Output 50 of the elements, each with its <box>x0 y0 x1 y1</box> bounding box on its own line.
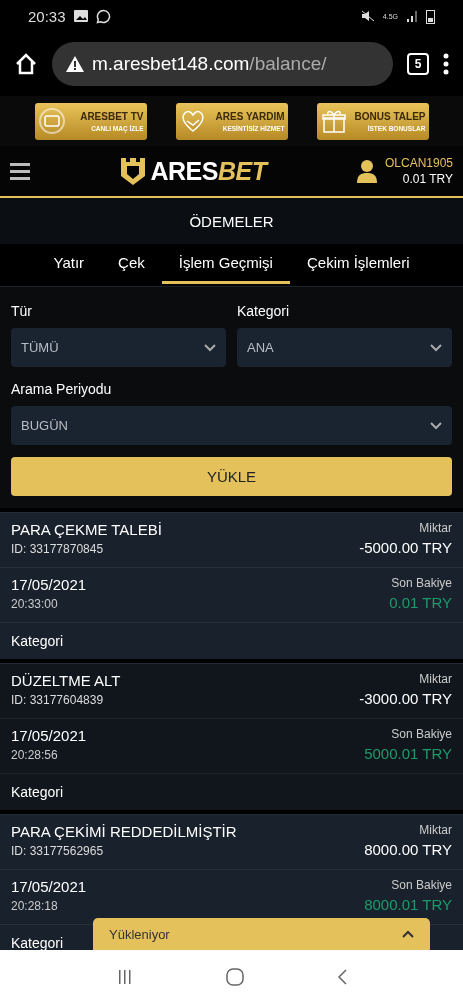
transaction-time: 20:28:56 <box>11 748 58 762</box>
username: OLCAN1905 <box>384 156 453 170</box>
logo-text: ARESBET <box>150 156 267 186</box>
transaction-title: PARA ÇEKİMİ REDDEDİLMİŞTİR <box>11 823 237 840</box>
amount-label: Miktar <box>419 521 452 535</box>
select-field[interactable]: ANA <box>237 328 452 367</box>
transaction-id: ID: 33177870845 <box>11 542 104 556</box>
tab[interactable]: Çekim İşlemleri <box>289 244 427 284</box>
loading-bar[interactable]: Yükleniyor <box>93 918 430 950</box>
load-button[interactable]: YÜKLE <box>11 457 452 496</box>
tab-count-button[interactable]: 5 <box>407 53 429 75</box>
amount-value: -3000.00 TRY <box>359 690 452 707</box>
balance-label: Son Bakiye <box>391 576 452 590</box>
amount-label: Miktar <box>419 823 452 837</box>
balance-value: 8000.01 TRY <box>364 896 452 913</box>
banner-title: ARES YARDIM <box>215 110 285 122</box>
loading-text: Yükleniyor <box>109 926 170 942</box>
select-field[interactable]: TÜMÜ <box>11 328 226 367</box>
transaction-id: ID: 33177562965 <box>11 844 104 858</box>
balance-label: Son Bakiye <box>391 878 452 892</box>
transaction-time: 20:33:00 <box>11 597 58 611</box>
balance-value: 5000.01 TRY <box>364 745 452 762</box>
banner-title: ARESBET TV <box>80 110 144 122</box>
status-time: 20:33 <box>28 7 66 25</box>
amount-label: Miktar <box>419 672 452 686</box>
transaction-title: PARA ÇEKME TALEBİ <box>11 521 162 538</box>
tab[interactable]: İşlem Geçmişi <box>161 244 290 284</box>
category-label: Kategori <box>11 935 64 951</box>
field-label: Arama Periyodu <box>11 381 113 397</box>
balance-value: 0.01 TRY <box>389 594 452 611</box>
transaction-date: 17/05/2021 <box>11 727 87 744</box>
field-label: Kategori <box>237 303 291 319</box>
user-balance: 0.01 TRY <box>402 172 453 186</box>
field-label: Tür <box>11 303 33 319</box>
amount-value: 8000.00 TRY <box>364 841 452 858</box>
amount-value: -5000.00 TRY <box>359 539 452 556</box>
transaction-id: ID: 33177604839 <box>11 693 104 707</box>
transaction-title: DÜZELTME ALT <box>11 672 121 689</box>
page-title: ÖDEMELER <box>189 212 274 230</box>
category-label: Kategori <box>11 784 64 800</box>
balance-label: Son Bakiye <box>391 727 452 741</box>
select-field[interactable]: BUGÜN <box>11 406 452 445</box>
transaction-date: 17/05/2021 <box>11 878 87 895</box>
transaction-date: 17/05/2021 <box>11 576 87 593</box>
tab[interactable]: Yatır <box>36 244 102 284</box>
banner-title: BONUS TALEP <box>354 110 426 122</box>
url-field[interactable]: m.aresbet148.com/balance/ <box>52 42 393 86</box>
tab[interactable]: Çek <box>101 244 162 284</box>
transaction-time: 20:28:18 <box>11 899 58 913</box>
category-label: Kategori <box>11 633 64 649</box>
